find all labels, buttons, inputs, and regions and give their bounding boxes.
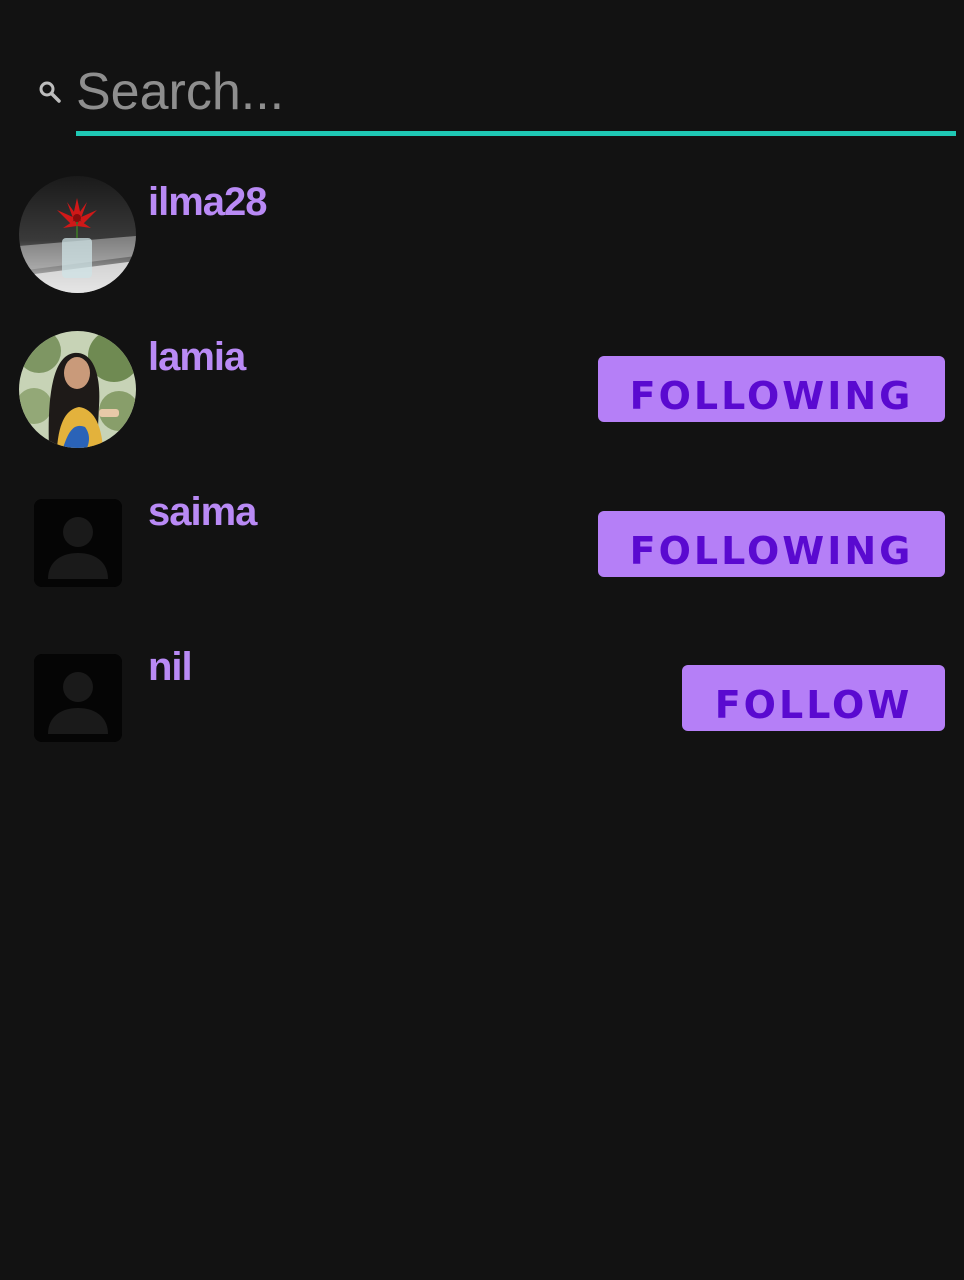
- avatar-flower-photo[interactable]: [19, 176, 136, 293]
- following-button[interactable]: FOLLOWING: [598, 511, 945, 577]
- user-row-saima[interactable]: saima FOLLOWING: [0, 486, 964, 616]
- follow-button[interactable]: FOLLOW: [682, 665, 945, 731]
- default-avatar-icon[interactable]: [34, 654, 122, 742]
- search-bar: [0, 50, 964, 140]
- search-input[interactable]: [76, 56, 936, 128]
- username[interactable]: ilma28: [148, 178, 268, 226]
- user-row-ilma28[interactable]: ilma28: [0, 176, 964, 306]
- default-avatar-icon[interactable]: [34, 499, 122, 587]
- following-button[interactable]: FOLLOWING: [598, 356, 945, 422]
- search-underline: [76, 131, 956, 136]
- avatar-person-photo[interactable]: [19, 331, 136, 448]
- search-icon: [38, 80, 62, 104]
- user-row-lamia[interactable]: lamia FOLLOWING: [0, 331, 964, 461]
- username[interactable]: lamia: [148, 333, 246, 381]
- username[interactable]: saima: [148, 488, 257, 536]
- user-row-nil[interactable]: nil FOLLOW: [0, 641, 964, 771]
- username[interactable]: nil: [148, 643, 193, 691]
